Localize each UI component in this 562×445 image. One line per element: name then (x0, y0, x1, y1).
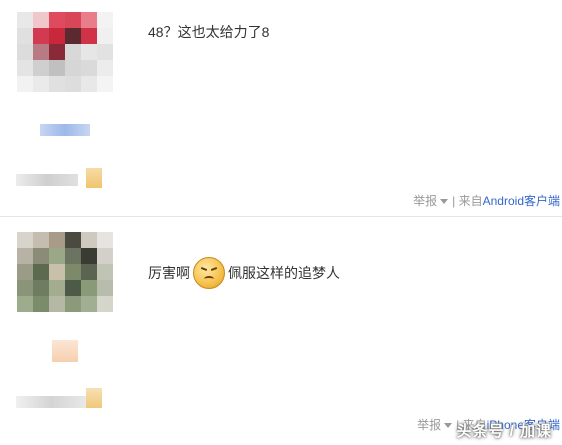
watermark: 头条号 / 加课 (456, 423, 552, 440)
user-avatar[interactable] (17, 12, 113, 92)
source-client-link[interactable]: Android客户端 (483, 194, 560, 208)
user-medal (86, 168, 102, 188)
user-info-column (0, 220, 130, 445)
reply-text: 48？这也太给力了8 (148, 24, 270, 40)
post-divider (0, 216, 562, 217)
reply-footer: 举报 | 来自Android客户端 (413, 192, 560, 209)
source-prefix: 来自 (458, 194, 483, 208)
smug-face-emoji-icon (193, 257, 225, 289)
reply-text-before: 厉害啊 (148, 265, 190, 281)
user-medal (86, 388, 102, 408)
report-dropdown-icon[interactable] (440, 199, 449, 204)
reply-post: 48？这也太给力了8 举报 | 来自Android客户端 (0, 0, 562, 216)
user-level-badge (40, 124, 90, 136)
report-link[interactable]: 举报 (417, 418, 441, 432)
report-link[interactable]: 举报 (413, 194, 437, 208)
reply-post: 厉害啊 佩服这样的追梦人 举报 | 来自iPhone客户端 (0, 220, 562, 445)
user-level-badge (52, 340, 78, 362)
username-blurred (16, 396, 86, 408)
reply-text-after: 佩服这样的追梦人 (228, 265, 340, 281)
separator: | (452, 194, 456, 208)
report-dropdown-icon[interactable] (444, 423, 453, 428)
user-avatar[interactable] (17, 232, 113, 312)
username-blurred (16, 174, 78, 186)
user-info-column (0, 0, 130, 216)
reply-content: 厉害啊 佩服这样的追梦人 (148, 257, 340, 289)
